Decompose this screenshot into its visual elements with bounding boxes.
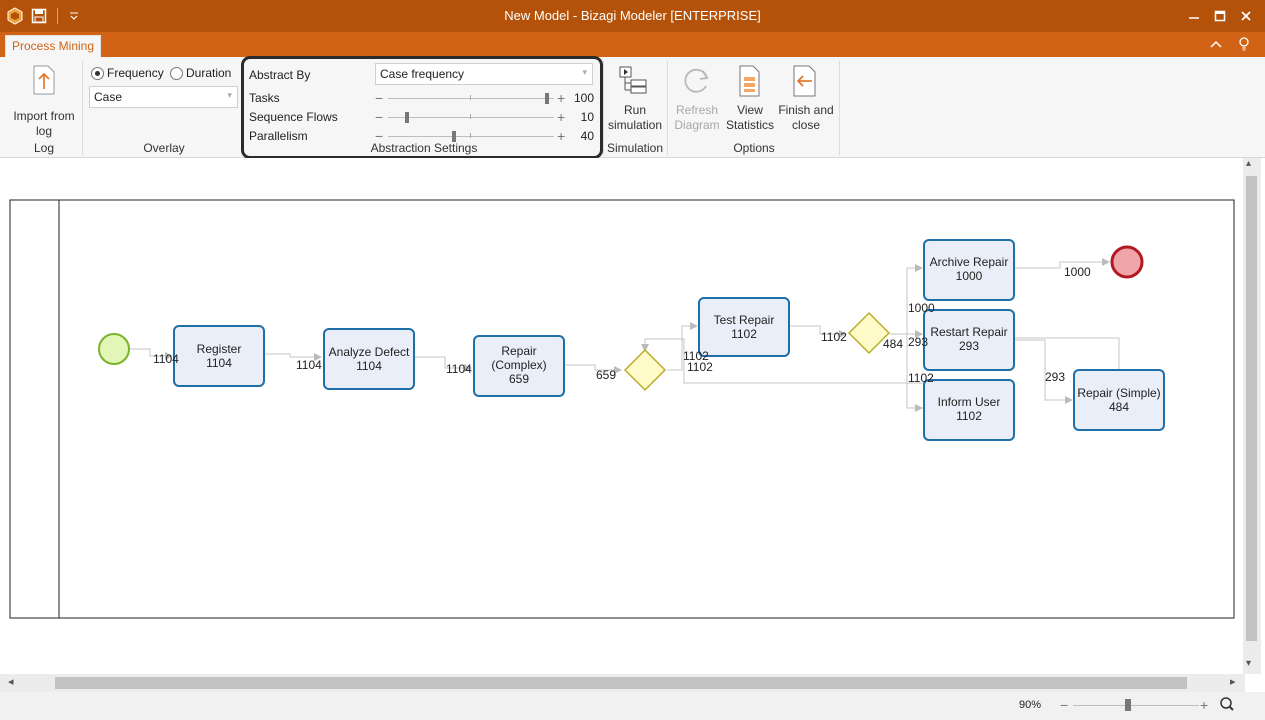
import-label-line2: log xyxy=(35,124,52,138)
diagram-canvas[interactable]: Register 1104 Analyze Defect 1104 Repair… xyxy=(0,158,1265,720)
scroll-up-icon[interactable]: ▴ xyxy=(1246,158,1251,169)
duration-label: Duration xyxy=(186,66,232,80)
task-archive-count: 1000 xyxy=(956,269,983,283)
flow-label: 1104 xyxy=(153,352,179,366)
group-label-log: Log xyxy=(33,141,55,155)
refresh-diagram-button[interactable]: Refresh Diagram xyxy=(670,63,724,135)
frequency-label: Frequency xyxy=(107,66,164,80)
minimize-icon[interactable] xyxy=(1188,10,1200,22)
zoom-out-icon[interactable]: − xyxy=(1060,698,1068,712)
flow-label: 1102 xyxy=(687,360,713,374)
task-archive-name: Archive Repair xyxy=(930,255,1009,269)
import-label-line1: Import from xyxy=(13,109,75,123)
title-bar: New Model - Bizagi Modeler [ENTERPRISE] xyxy=(0,0,1265,32)
flow-label: 293 xyxy=(1045,370,1065,384)
overlay-case-value: Case xyxy=(94,90,123,104)
maximize-icon[interactable] xyxy=(1214,10,1226,22)
task-analyze-name: Analyze Defect xyxy=(329,345,410,359)
horizontal-scroll-thumb[interactable] xyxy=(55,677,1187,689)
flow-label: 1102 xyxy=(908,371,934,385)
flow-label: 1000 xyxy=(1064,265,1091,279)
task-register-count: 1104 xyxy=(206,356,232,370)
task-repair-complex-count: 659 xyxy=(509,372,529,386)
status-bar: 90% − + xyxy=(0,692,1265,720)
ribbon-separator xyxy=(603,61,604,155)
ribbon-separator xyxy=(839,61,840,155)
ribbon: Import from log Log Frequency Duration C… xyxy=(0,57,1265,158)
ribbon-tab-bar: Process Mining xyxy=(0,32,1265,57)
task-repair-complex-name2: (Complex) xyxy=(491,358,546,372)
frequency-radio[interactable] xyxy=(91,67,104,80)
chevron-down-icon: ▾ xyxy=(227,90,232,100)
flow-label: 1104 xyxy=(296,358,322,372)
statistics-icon xyxy=(739,65,760,97)
finish-close-icon xyxy=(793,65,816,97)
flow-label: 293 xyxy=(908,335,928,349)
finish-and-close-button[interactable]: Finish and close xyxy=(776,63,836,135)
import-log-icon xyxy=(33,65,55,95)
task-inform-count: 1102 xyxy=(956,409,982,423)
view-statistics-button[interactable]: View Statistics xyxy=(725,63,775,135)
task-repair-simple-name: Repair (Simple) xyxy=(1077,386,1160,400)
scroll-right-icon[interactable]: ▸ xyxy=(1230,675,1236,688)
refresh-label-line2: Diagram xyxy=(674,118,720,132)
statistics-label-line2: Statistics xyxy=(725,118,774,132)
scroll-down-icon[interactable]: ▾ xyxy=(1246,658,1251,669)
flow-label: 1104 xyxy=(446,362,472,376)
vertical-scrollbar[interactable]: ▴ ▾ xyxy=(1243,158,1261,674)
window-title: New Model - Bizagi Modeler [ENTERPRISE] xyxy=(504,8,761,23)
refresh-label-line1: Refresh xyxy=(675,103,719,117)
zoom-slider-thumb[interactable] xyxy=(1125,699,1131,711)
task-analyze-count: 1104 xyxy=(356,359,382,373)
start-event[interactable] xyxy=(98,333,130,365)
flow-label: 1000 xyxy=(908,301,935,315)
ribbon-separator xyxy=(82,61,83,155)
finish-label-line1: Finish and xyxy=(778,103,834,117)
run-label-line1: Run xyxy=(623,103,646,117)
statistics-label-line1: View xyxy=(737,103,763,117)
collapse-ribbon-icon[interactable] xyxy=(1209,38,1223,50)
zoom-fit-icon[interactable] xyxy=(1219,696,1235,714)
ribbon-separator xyxy=(667,61,668,155)
finish-label-line2: close xyxy=(791,118,820,132)
scroll-left-icon[interactable]: ◂ xyxy=(8,675,14,688)
task-restart-count: 293 xyxy=(959,339,979,353)
abstraction-settings-highlight xyxy=(241,56,603,159)
zoom-level: 90% xyxy=(1019,699,1042,711)
overlay-case-select[interactable]: Case ▾ xyxy=(89,86,238,108)
close-icon[interactable] xyxy=(1240,10,1252,22)
refresh-icon xyxy=(684,68,709,93)
task-repair-complex-name1: Repair xyxy=(501,344,536,358)
lightbulb-icon[interactable] xyxy=(1238,36,1250,52)
task-restart-name: Restart Repair xyxy=(930,325,1007,339)
run-simulation-icon xyxy=(619,66,647,94)
vertical-scroll-thumb[interactable] xyxy=(1246,176,1257,641)
tab-process-mining[interactable]: Process Mining xyxy=(5,35,101,57)
task-repair-simple-count: 484 xyxy=(1109,400,1129,414)
task-inform-name: Inform User xyxy=(938,395,1001,409)
run-label-line2: simulation xyxy=(607,118,663,132)
duration-radio[interactable] xyxy=(170,67,183,80)
zoom-in-icon[interactable]: + xyxy=(1200,698,1208,712)
horizontal-scrollbar[interactable]: ◂ ▸ xyxy=(0,674,1245,692)
import-from-log-button[interactable]: Import from log xyxy=(8,63,80,138)
flow-label: 1102 xyxy=(821,330,847,344)
end-event[interactable] xyxy=(1110,245,1144,279)
flow-label: 484 xyxy=(883,337,903,351)
pool xyxy=(9,199,1235,619)
zoom-slider[interactable] xyxy=(1073,705,1199,706)
task-test-repair-name: Test Repair xyxy=(714,313,775,327)
group-label-options: Options xyxy=(733,141,775,155)
task-test-repair-count: 1102 xyxy=(731,327,757,341)
flow-label: 659 xyxy=(596,368,616,382)
task-register-name: Register xyxy=(197,342,242,356)
group-label-simulation: Simulation xyxy=(606,141,664,155)
run-simulation-button[interactable]: Run simulation xyxy=(605,63,665,135)
group-label-overlay: Overlay xyxy=(143,141,185,155)
